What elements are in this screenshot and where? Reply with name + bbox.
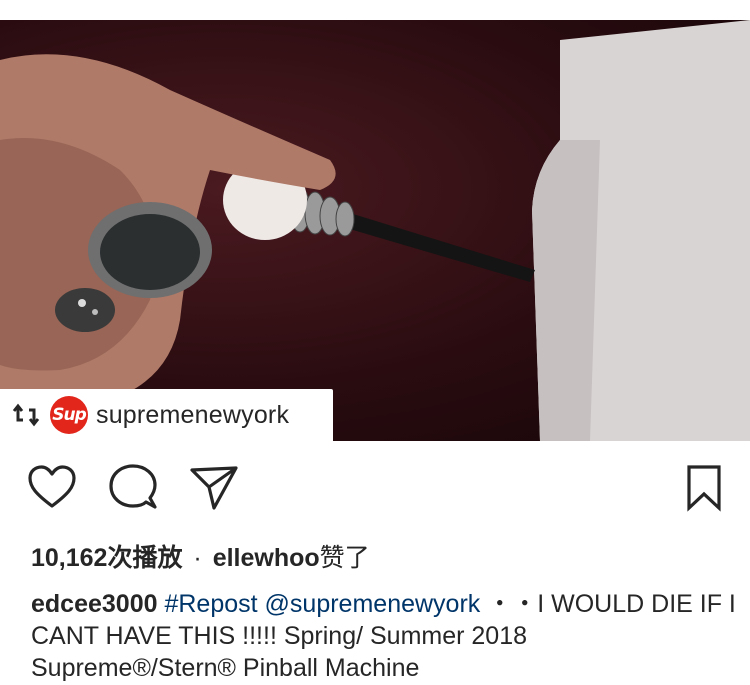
comment-bubble-icon [109,464,157,509]
bookmark-icon [687,465,721,512]
hashtag-link[interactable]: #Repost [164,590,257,618]
like-button[interactable] [26,462,78,519]
view-count: 10,162次播放 [31,544,183,572]
share-button[interactable] [188,462,240,519]
comment-button[interactable] [107,462,159,519]
heart-icon [28,465,76,508]
mention-link[interactable]: @supremenewyork [265,590,481,618]
liker-username[interactable]: ellewhoo [213,544,320,572]
repost-username[interactable]: supremenewyork [96,401,289,430]
post-video[interactable] [0,20,750,441]
liked-suffix: 赞了 [319,544,370,572]
views-line: 10,162次播放 · ellewhoo赞了 [31,538,370,574]
save-button[interactable] [684,462,724,519]
paper-plane-icon [190,466,238,510]
video-frame [0,20,750,441]
post-actions [0,462,750,518]
repost-icon [12,403,40,427]
caption-username[interactable]: edcee3000 [31,590,158,618]
post-caption: edcee3000 #Repost @supremenewyork ・・I WO… [31,588,736,684]
repost-attribution[interactable]: Sup supremenewyork [0,389,333,441]
top-strip [0,0,750,20]
supreme-logo: Sup [50,396,88,434]
separator-dot: · [193,544,202,572]
